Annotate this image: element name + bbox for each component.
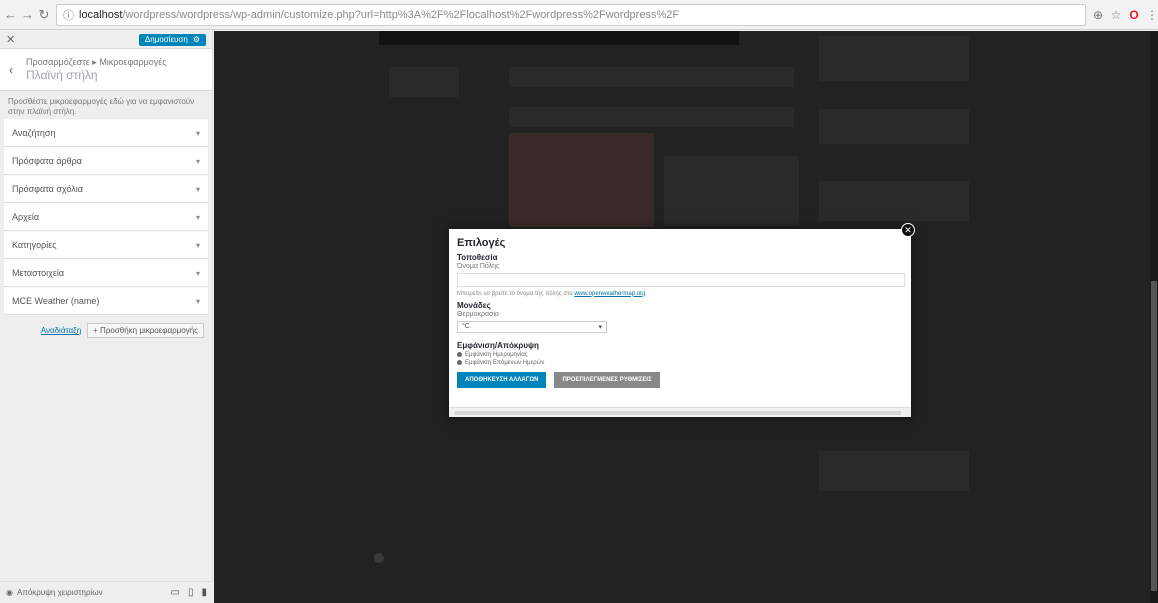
device-preview-icons: ▭ ▯ ▮ <box>171 587 207 598</box>
radio-icon[interactable] <box>457 352 462 357</box>
units-selected: °C <box>462 323 470 330</box>
widget-label: Κατηγορίες <box>12 240 57 250</box>
widget-item-weather[interactable]: MCE Weather (name) ▾ <box>4 287 208 315</box>
tablet-icon[interactable]: ▯ <box>188 587 194 598</box>
city-field-label: Όνομα Πόλης <box>457 263 500 270</box>
caret-down-icon[interactable]: ▾ <box>196 213 200 222</box>
city-input[interactable] <box>457 273 905 287</box>
close-icon[interactable]: ✕ <box>6 33 15 46</box>
scrollbar-thumb[interactable] <box>455 411 901 415</box>
zoom-icon[interactable]: ⊕ <box>1092 6 1104 24</box>
bookmark-star-icon[interactable]: ☆ <box>1110 6 1122 24</box>
publish-button[interactable]: Δημοσίευση ⚙ <box>138 33 206 46</box>
chevron-down-icon: ▾ <box>598 323 602 331</box>
preview-image <box>509 133 654 227</box>
desktop-icon[interactable]: ▭ <box>171 587 180 598</box>
browser-toolbar: ← → ↻ ⓘ localhost /wordpress/wordpress/w… <box>0 0 1158 30</box>
add-widget-button[interactable]: + Προσθήκη μικροεφαρμογής <box>87 323 204 338</box>
location-section-title: Τοποθεσία <box>457 253 498 262</box>
caret-down-icon[interactable]: ▾ <box>196 129 200 138</box>
preview-widget-2 <box>819 109 969 144</box>
widget-item-recent-posts[interactable]: Πρόσφατα άρθρα ▾ <box>4 147 208 175</box>
url-path: /wordpress/wordpress/wp-admin/customize.… <box>122 8 680 21</box>
modal-buttons: ΑΠΟΘΗΚΕΥΣΗ ΑΛΛΑΓΩΝ ΠΡΟΕΠΙΛΕΓΜΕΝΕΣ ΡΥΘΜΙΣ… <box>457 371 903 388</box>
menu-kebab-icon[interactable]: ⋮ <box>1146 6 1158 24</box>
widget-label: Αναζήτηση <box>12 128 56 138</box>
help-text-label: Μπορείτε να βρείτε το όνομα της πόλης στ… <box>457 290 573 297</box>
publish-label: Δημοσίευση <box>144 35 188 44</box>
temperature-field-label: Θερμοκρασία <box>457 310 499 318</box>
reorder-link[interactable]: Αναδιάταξη <box>41 326 81 335</box>
back-icon[interactable]: ← <box>4 6 17 24</box>
show-next-days-option[interactable]: Εμφάνιση Επόμενων Ημερών <box>457 360 903 366</box>
widget-label: MCE Weather (name) <box>12 296 100 306</box>
openweathermap-link[interactable]: www.openweathermap.org <box>574 291 645 297</box>
widget-label: Αρχεία <box>12 212 40 222</box>
option-label: Εμφάνιση Ημερομηνίας <box>465 351 528 358</box>
caret-down-icon[interactable]: ▾ <box>196 297 200 306</box>
widget-label: Μεταστοιχεία <box>12 268 65 278</box>
caret-down-icon[interactable]: ▾ <box>196 185 200 194</box>
caret-down-icon[interactable]: ▾ <box>196 241 200 250</box>
widget-label: Πρόσφατα σχόλια <box>12 184 83 194</box>
back-chevron-icon[interactable]: ‹ <box>0 63 22 77</box>
radio-icon[interactable] <box>457 360 462 365</box>
reload-icon[interactable]: ↻ <box>38 6 50 24</box>
display-section-title: Εμφάνιση/Απόκρυψη <box>457 340 539 350</box>
preview-text-2 <box>509 107 794 127</box>
hide-controls-label: Απόκρυψη χειριστηρίων <box>16 588 103 597</box>
page-scrollbar[interactable] <box>1150 31 1158 603</box>
preview-text-3 <box>664 156 799 226</box>
section-title: Πλαϊνή στήλη <box>26 68 98 82</box>
caret-down-icon[interactable]: ▾ <box>196 269 200 278</box>
breadcrumb: Προσαρμόζεστε ▸ Μικροεφαρμογές <box>26 57 167 67</box>
show-date-option[interactable]: Εμφάνιση Ημερομηνίας <box>457 352 903 358</box>
address-bar[interactable]: ⓘ localhost /wordpress/wordpress/wp-admi… <box>56 3 1086 26</box>
sidebar-topbar: ✕ Δημοσίευση ⚙ <box>0 31 212 49</box>
preview-widget-1 <box>819 36 969 81</box>
preview-text-1 <box>509 67 794 87</box>
preview-heading <box>379 31 739 45</box>
forward-icon[interactable]: → <box>21 6 34 24</box>
units-select[interactable]: °C ▾ <box>457 320 607 333</box>
edit-shortcut-icon[interactable] <box>374 553 384 563</box>
hide-controls-toggle[interactable]: ◉ Απόκρυψη χειριστηρίων <box>6 588 171 597</box>
caret-down-icon[interactable]: ▾ <box>196 157 200 166</box>
widget-item-archives[interactable]: Αρχεία ▾ <box>4 203 208 231</box>
widget-item-search[interactable]: Αναζήτηση ▾ <box>4 119 208 147</box>
widget-item-recent-comments[interactable]: Πρόσφατα σχόλια ▾ <box>4 175 208 203</box>
widget-options-modal: Επιλογές Τοποθεσία Όνομα Πόλης Μπορείτε … <box>449 229 911 417</box>
option-label: Εμφάνιση Επόμενων Ημερών <box>465 359 545 366</box>
url-host: localhost <box>79 8 123 21</box>
info-icon[interactable]: ⓘ <box>63 7 74 23</box>
collapse-icon: ◉ <box>6 588 13 597</box>
section-description: Προσθέστε μικροεφαρμογές εδώ για να εμφα… <box>8 97 195 116</box>
modal-horizontal-scrollbar[interactable] <box>449 407 911 417</box>
gear-icon[interactable]: ⚙ <box>193 35 200 44</box>
opera-icon[interactable]: O <box>1128 6 1140 24</box>
help-text: Μπορείτε να βρείτε το όνομα της πόλης στ… <box>457 291 903 297</box>
customizer-sidebar: ✕ Δημοσίευση ⚙ ‹ Προσαρμόζεστε ▸ Μικροεφ… <box>0 31 213 603</box>
widget-actions: Αναδιάταξη + Προσθήκη μικροεφαρμογής <box>0 315 212 338</box>
section-header: ‹ Προσαρμόζεστε ▸ Μικροεφαρμογές Πλαϊνή … <box>0 49 212 91</box>
widget-item-categories[interactable]: Κατηγορίες ▾ <box>4 231 208 259</box>
save-changes-button[interactable]: ΑΠΟΘΗΚΕΥΣΗ ΑΛΛΑΓΩΝ <box>457 371 547 388</box>
modal-close-icon[interactable]: ✕ <box>901 223 915 237</box>
preview-widget-3 <box>819 181 969 221</box>
scrollbar-thumb[interactable] <box>1151 281 1157 591</box>
units-section-title: Μονάδες <box>457 300 491 310</box>
mobile-icon[interactable]: ▮ <box>201 587 207 598</box>
modal-title: Επιλογές <box>457 237 506 249</box>
widget-label: Πρόσφατα άρθρα <box>12 156 83 166</box>
preview-widget-4 <box>819 451 969 491</box>
sidebar-footer: ◉ Απόκρυψη χειριστηρίων ▭ ▯ ▮ <box>0 581 213 603</box>
restore-defaults-button[interactable]: ΠΡΟΕΠΙΛΕΓΜΕΝΕΣ ΡΥΘΜΙΣΕΙΣ <box>554 371 660 388</box>
widget-item-meta[interactable]: Μεταστοιχεία ▾ <box>4 259 208 287</box>
preview-meta <box>389 67 459 97</box>
